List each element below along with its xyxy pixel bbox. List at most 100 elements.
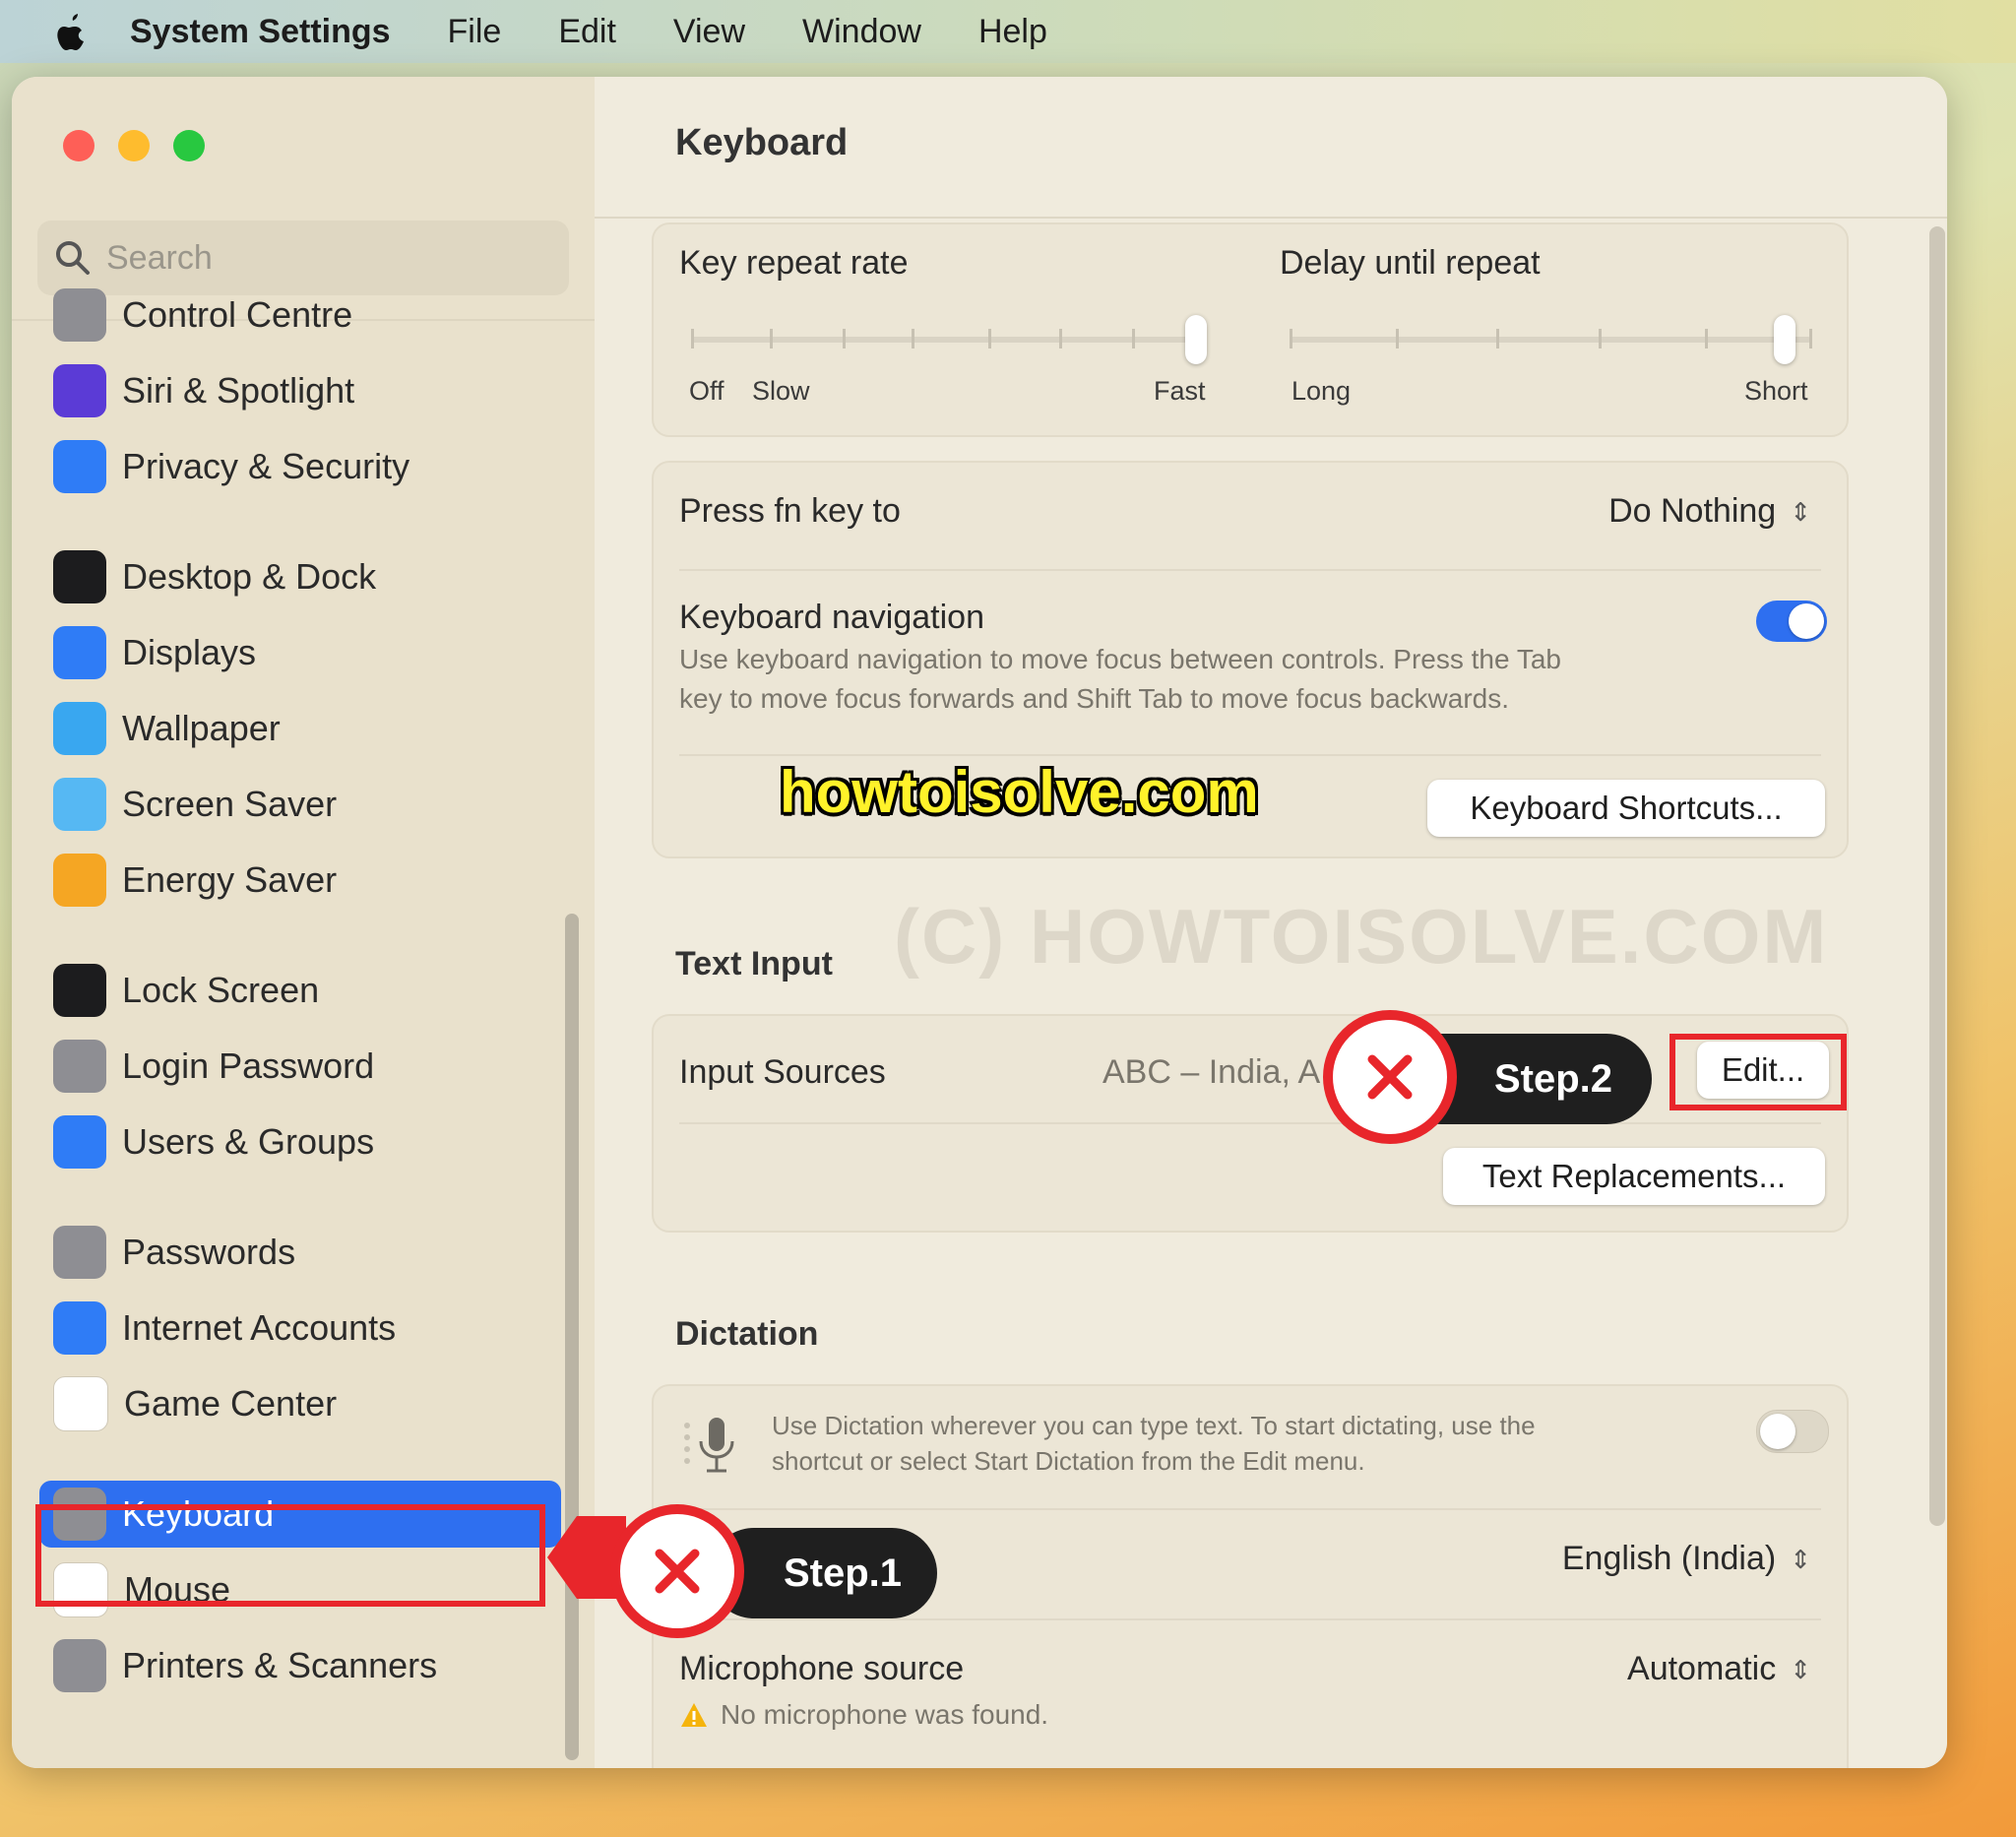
sidebar-item-label: Desktop & Dock — [122, 556, 377, 597]
input-sources-value: ABC – India, A — [1102, 1053, 1321, 1091]
step1-label: Step.1 — [784, 1551, 903, 1595]
menu-edit[interactable]: Edit — [558, 13, 616, 51]
close-button[interactable] — [63, 130, 94, 161]
sidebar-item-energy-saver[interactable]: Energy Saver — [39, 847, 561, 914]
sidebar-item-label: Users & Groups — [122, 1121, 375, 1162]
step2-x-icon — [1323, 1010, 1457, 1144]
repeat-card: Key repeat rate Delay until repeat Off S… — [652, 222, 1849, 437]
input-sources-label: Input Sources — [679, 1053, 886, 1091]
delay-repeat-knob[interactable] — [1774, 315, 1796, 364]
menu-help[interactable]: Help — [978, 13, 1047, 51]
fn-key-value: Do Nothing — [1608, 492, 1777, 530]
zoom-button[interactable] — [173, 130, 205, 161]
fn-key-label: Press fn key to — [679, 492, 901, 530]
sidebar-item-label: Wallpaper — [122, 708, 281, 748]
sidebar-item-label: Siri & Spotlight — [122, 370, 355, 411]
sidebar-item-label: Game Center — [124, 1383, 338, 1424]
sidebar-item-control-centre[interactable]: Control Centre — [39, 282, 561, 348]
sidebar-item-desktop-dock[interactable]: Desktop & Dock — [39, 543, 561, 610]
menu-window[interactable]: Window — [802, 13, 921, 51]
menu-file[interactable]: File — [448, 13, 502, 51]
minimize-button[interactable] — [118, 130, 150, 161]
step2-label: Step.2 — [1494, 1056, 1613, 1101]
hand-icon — [53, 440, 106, 493]
game-center-icon — [53, 1376, 108, 1431]
text-replacements-button[interactable]: Text Replacements... — [1443, 1148, 1825, 1205]
sidebar-item-label: Energy Saver — [122, 859, 338, 900]
row-divider — [679, 569, 1821, 571]
sidebar-item-screen-saver[interactable]: Screen Saver — [39, 771, 561, 838]
sidebar-item-label: Login Password — [122, 1045, 375, 1086]
step1-highlight-box — [35, 1504, 545, 1607]
content-pane: Keyboard Key repeat rate Delay until rep… — [595, 77, 1947, 1768]
sidebar-item-displays[interactable]: Displays — [39, 619, 561, 686]
sidebar-item-privacy-security[interactable]: Privacy & Security — [39, 433, 561, 500]
key-repeat-fast-label: Fast — [1154, 376, 1206, 406]
dictation-desc-1: Use Dictation wherever you can type text… — [772, 1411, 1536, 1440]
step2-highlight-box — [1670, 1034, 1847, 1110]
search-icon — [56, 241, 90, 275]
sidebar-item-printers-scanners[interactable]: Printers & Scanners — [39, 1632, 561, 1699]
users-icon — [53, 1115, 106, 1169]
sidebar-item-wallpaper[interactable]: Wallpaper — [39, 695, 561, 762]
microphone-icon — [684, 1418, 734, 1473]
keyboard-nav-label: Keyboard navigation — [679, 599, 985, 636]
menu-view[interactable]: View — [673, 13, 745, 51]
sidebar-item-label: Control Centre — [122, 294, 353, 335]
keyboard-nav-desc-1: Use keyboard navigation to move focus be… — [679, 644, 1561, 674]
dictation-toggle[interactable] — [1756, 1410, 1829, 1453]
sidebar-item-label: Lock Screen — [122, 970, 320, 1010]
content-scrollbar[interactable] — [1929, 226, 1945, 1526]
apple-menu-icon[interactable] — [51, 10, 91, 53]
sidebar-item-passwords[interactable]: Passwords — [39, 1219, 561, 1286]
row-divider — [679, 1508, 1821, 1510]
menu-bar: System Settings File Edit View Window He… — [0, 0, 2016, 63]
dictation-header: Dictation — [675, 1315, 819, 1353]
step1-x-icon — [610, 1504, 744, 1638]
watermark-text: howtoisolve.com — [780, 759, 1259, 825]
sidebar-item-login-password[interactable]: Login Password — [39, 1033, 561, 1100]
title-divider — [595, 217, 1947, 219]
fn-key-popup[interactable]: Do Nothing ⇕ — [1608, 492, 1811, 531]
updown-chevron-icon: ⇕ — [1790, 496, 1811, 527]
lock-icon — [53, 964, 106, 1017]
flower-icon — [53, 702, 106, 755]
mic-source-popup[interactable]: Automatic ⇕ — [1627, 1650, 1811, 1688]
keyboard-nav-toggle[interactable] — [1756, 601, 1827, 642]
screensaver-icon — [53, 778, 106, 831]
mic-warning-text: No microphone was found. — [721, 1699, 1049, 1730]
faint-watermark: (C) HOWTOISOLVE.COM — [894, 893, 1829, 980]
delay-long-label: Long — [1292, 376, 1352, 406]
language-popup[interactable]: English (India) ⇕ — [1562, 1540, 1811, 1578]
key-repeat-off-label: Off — [689, 376, 724, 406]
mic-warning: No microphone was found. — [679, 1699, 1048, 1731]
sidebar-item-siri-spotlight[interactable]: Siri & Spotlight — [39, 357, 561, 424]
sidebar-scrollbar[interactable] — [565, 914, 579, 1760]
sidebar-item-game-center[interactable]: Game Center — [39, 1370, 561, 1437]
sidebar-item-internet-accounts[interactable]: Internet Accounts — [39, 1295, 561, 1362]
dictation-desc-2: shortcut or select Start Dictation from … — [772, 1446, 1365, 1476]
text-input-header: Text Input — [675, 945, 833, 982]
sidebar-item-users-groups[interactable]: Users & Groups — [39, 1109, 561, 1175]
sun-icon — [53, 626, 106, 679]
delay-repeat-label: Delay until repeat — [1280, 244, 1541, 282]
mic-source-value: Automatic — [1627, 1650, 1777, 1687]
siri-icon — [53, 364, 106, 417]
control-centre-icon — [53, 288, 106, 342]
search-placeholder: Search — [106, 238, 213, 277]
sidebar-item-label: Printers & Scanners — [122, 1645, 438, 1685]
keyboard-shortcuts-button[interactable]: Keyboard Shortcuts... — [1427, 780, 1825, 837]
mic-source-label: Microphone source — [679, 1650, 965, 1687]
warning-icon — [681, 1703, 707, 1727]
keyboard-nav-desc-2: key to move focus forwards and Shift Tab… — [679, 683, 1509, 714]
sidebar-item-label: Passwords — [122, 1232, 296, 1272]
sidebar-item-lock-screen[interactable]: Lock Screen — [39, 957, 561, 1024]
row-divider — [679, 754, 1821, 756]
bulb-icon — [53, 854, 106, 907]
printer-icon — [53, 1639, 106, 1692]
key-repeat-label: Key repeat rate — [679, 244, 909, 282]
dock-icon — [53, 550, 106, 603]
app-menu[interactable]: System Settings — [130, 13, 391, 51]
key-repeat-knob[interactable] — [1185, 315, 1207, 364]
page-title: Keyboard — [675, 122, 849, 163]
